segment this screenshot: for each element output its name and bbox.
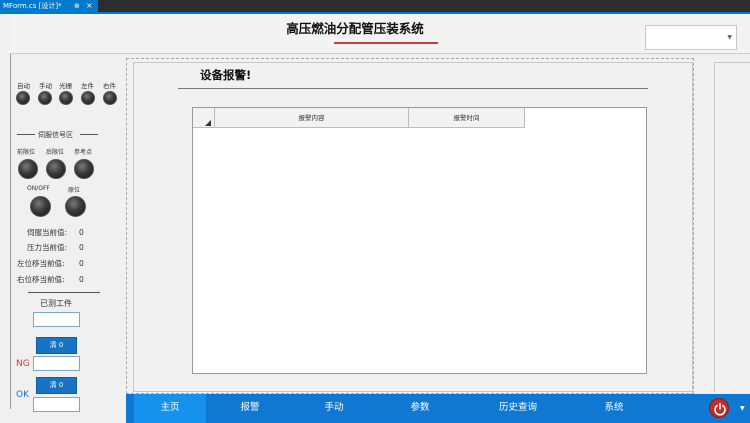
nav-item-history[interactable]: 历史查询: [476, 394, 560, 423]
grating-lamp-icon: [59, 91, 73, 105]
alarm-title: 设备报警!: [200, 68, 252, 82]
servo-section-title: 伺服信号区: [38, 131, 73, 139]
nav-item-home[interactable]: 主页: [134, 394, 206, 423]
ok-label: OK: [16, 390, 29, 400]
production-divider: [28, 292, 100, 293]
lamp-label-auto: 自动: [17, 82, 30, 90]
servo-value: 0: [79, 228, 84, 237]
pressure-value: 0: [79, 243, 84, 252]
column-header-alarm-content[interactable]: 报警内容: [215, 108, 409, 128]
grid-corner-header[interactable]: [193, 108, 215, 128]
on-off-lamp-icon: [30, 196, 51, 217]
nav-item-system[interactable]: 系统: [578, 394, 650, 423]
power-glyph: [714, 402, 726, 416]
lamp-label-left: 左件: [81, 82, 94, 90]
nav-overflow-chevron-icon[interactable]: ▼: [740, 405, 745, 412]
left-displacement-value: 0: [79, 259, 84, 268]
clear-ok-button[interactable]: 清 0: [36, 377, 77, 394]
lamp-label-on-off: ON/OFF: [27, 185, 50, 192]
left-part-lamp-icon: [81, 91, 95, 105]
lamp-label-grating: 光栅: [59, 82, 72, 90]
lamp-label-right: 右件: [103, 82, 116, 90]
close-icon[interactable]: ×: [86, 0, 93, 12]
right-side-panel: [714, 62, 750, 392]
right-displacement-value: 0: [79, 275, 84, 284]
front-limit-lamp-icon: [18, 159, 38, 179]
document-tab[interactable]: MForm.cs [设计]* ⊕ ×: [0, 0, 98, 12]
header-dropdown[interactable]: ▼: [645, 25, 737, 50]
servo-divider-right: [80, 134, 98, 135]
nav-item-alarm[interactable]: 报警: [214, 394, 286, 423]
ok-count-field[interactable]: [33, 397, 80, 412]
alarm-grid[interactable]: 报警内容 报警时间: [192, 107, 647, 374]
servo-value-label: 伺服当前值:: [27, 228, 68, 237]
right-displacement-label: 右位移当前值:: [17, 275, 65, 284]
servo-divider-left: [17, 134, 35, 135]
document-tab-label: MForm.cs [设计]*: [3, 2, 62, 10]
nav-item-parameters[interactable]: 参数: [384, 394, 456, 423]
tested-count-field[interactable]: [33, 312, 80, 327]
pin-icon[interactable]: ⊕: [74, 0, 80, 12]
ide-tab-strip: MForm.cs [设计]* ⊕ ×: [0, 0, 750, 12]
power-icon[interactable]: [709, 398, 729, 418]
pressure-value-label: 压力当前值:: [27, 243, 68, 252]
system-title: 高压燃油分配管压装系统: [286, 21, 424, 36]
left-displacement-label: 左位移当前值:: [17, 259, 65, 268]
ng-count-field[interactable]: [33, 356, 80, 371]
reference-lamp-icon: [74, 159, 94, 179]
lamp-label-manual: 手动: [39, 82, 52, 90]
sort-triangle-icon: [205, 120, 211, 126]
bottom-nav-bar: 主页 报警 手动 参数 历史查询 系统: [126, 394, 750, 423]
lamp-label-front-limit: 前限位: [17, 149, 36, 156]
nav-item-manual[interactable]: 手动: [298, 394, 370, 423]
chevron-down-icon[interactable]: ▼: [727, 34, 732, 41]
auto-lamp-icon: [16, 91, 30, 105]
ng-label: NG: [16, 359, 30, 369]
title-accent-bar: [334, 42, 438, 44]
rear-limit-lamp-icon: [46, 159, 66, 179]
lamp-label-home: 原位: [68, 187, 81, 194]
home-lamp-icon: [65, 196, 86, 217]
alarm-title-underline: [178, 88, 648, 89]
lamp-label-reference: 参考点: [74, 149, 93, 156]
manual-lamp-icon: [38, 91, 52, 105]
right-part-lamp-icon: [103, 91, 117, 105]
production-section-title: 已测工件: [40, 299, 72, 308]
column-header-alarm-time[interactable]: 报警时间: [409, 108, 525, 128]
lamp-label-rear-limit: 后限位: [46, 149, 65, 156]
clear-ng-button[interactable]: 清 0: [36, 337, 77, 354]
